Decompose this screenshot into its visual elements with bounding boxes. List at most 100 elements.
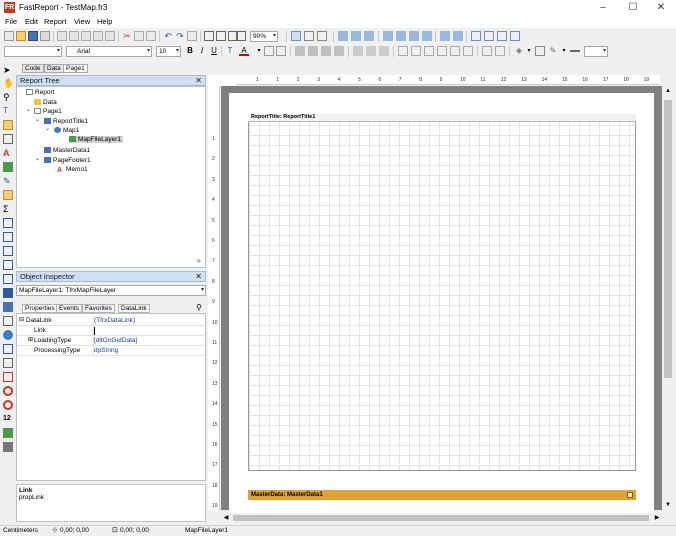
text-object-icon[interactable]: A	[3, 148, 13, 158]
shape-icon[interactable]	[3, 260, 13, 270]
fill-color-icon[interactable]: ◈	[514, 46, 524, 56]
align-top-icon[interactable]	[383, 31, 393, 41]
underline-icon[interactable]: U	[209, 46, 219, 56]
redo-icon[interactable]: ↷	[175, 31, 185, 41]
tree-node-page1[interactable]: Page1	[34, 108, 62, 115]
tree-node-mapfilelayer1[interactable]: MapFileLayer1	[69, 136, 123, 143]
gauge-object-icon[interactable]	[3, 344, 13, 354]
tree-node-report[interactable]: Report	[26, 89, 55, 96]
tab-events[interactable]: Events	[56, 304, 82, 313]
close-icon[interactable]: ✕	[195, 272, 202, 281]
undo-icon[interactable]: ↶	[163, 31, 173, 41]
property-row-processingtype[interactable]: ProcessingType dpString	[17, 346, 205, 356]
menu-report[interactable]: Report	[44, 17, 67, 26]
zoom-select[interactable]: 90% ▾	[250, 31, 278, 42]
font-name-select[interactable]: Arial ▾	[66, 46, 152, 57]
align-middle-icon[interactable]	[396, 31, 406, 41]
maximize-button[interactable]: ☐	[618, 0, 648, 16]
align-bottom-icon[interactable]	[409, 31, 419, 41]
paste-icon[interactable]	[146, 31, 156, 41]
table-object-icon[interactable]	[3, 316, 13, 326]
text-justify-icon[interactable]	[334, 46, 344, 56]
menu-edit[interactable]: Edit	[25, 17, 38, 26]
horizontal-scrollbar[interactable]: ◀ ▶	[221, 513, 662, 523]
align-left-icon[interactable]	[338, 31, 348, 41]
property-value-input[interactable]	[94, 327, 95, 335]
close-button[interactable]: ✕	[646, 0, 676, 16]
cut-icon[interactable]: ✂	[122, 31, 132, 41]
text-middle-icon[interactable]	[366, 46, 376, 56]
band-edit-icon[interactable]	[627, 492, 633, 498]
variables-icon[interactable]	[105, 31, 115, 41]
object-select[interactable]: MapFileLayer1: TfrxMapFileLayer ▾	[16, 285, 206, 296]
sparkline-icon[interactable]	[3, 428, 13, 438]
line-object-icon[interactable]	[3, 288, 13, 298]
rotation-icon[interactable]	[276, 46, 286, 56]
text-right-icon[interactable]	[321, 46, 331, 56]
expand-panel-icon[interactable]: »	[197, 256, 201, 265]
more-objects-icon[interactable]	[3, 442, 13, 452]
open-icon[interactable]	[16, 31, 26, 41]
collapse-icon[interactable]: ⌄	[45, 126, 51, 133]
horizontal-scroll-thumb[interactable]	[233, 515, 649, 521]
tab-code[interactable]: Code	[22, 64, 44, 73]
frame-style-icon[interactable]	[495, 46, 505, 56]
picture-icon[interactable]	[3, 162, 13, 172]
scroll-left-icon[interactable]: ◀	[221, 513, 231, 523]
center-horz-icon[interactable]	[471, 31, 481, 41]
bold-icon[interactable]: B	[185, 46, 195, 56]
delete-page-icon[interactable]	[81, 31, 91, 41]
collapse-icon[interactable]: ⊟	[19, 316, 24, 325]
system-text-icon[interactable]	[3, 190, 13, 200]
select-tool-icon[interactable]: ➤	[3, 65, 13, 75]
property-row-loadingtype[interactable]: ⊞ LoadingType [dltOnGetData]	[17, 336, 205, 346]
align-grid-icon[interactable]	[304, 31, 314, 41]
tree-node-pagefooter1[interactable]: PageFooter1	[44, 157, 91, 164]
rich-text-icon[interactable]	[3, 232, 13, 242]
tab-datalink[interactable]: ✕ DataLink	[116, 304, 150, 313]
align-center-icon[interactable]	[351, 31, 361, 41]
font-size-select[interactable]: 10 ▾	[156, 46, 181, 57]
chevron-down-icon[interactable]: ▾	[254, 46, 264, 56]
group-icon[interactable]	[187, 31, 197, 41]
pen-icon[interactable]: ✎	[548, 46, 558, 56]
cross-tab-icon[interactable]	[3, 218, 13, 228]
frame-bottom-icon[interactable]	[411, 46, 421, 56]
space-horz-icon[interactable]	[440, 31, 450, 41]
minimize-button[interactable]: –	[588, 0, 618, 16]
property-row-link[interactable]: Link	[17, 326, 205, 336]
expand-icon[interactable]: ⊞	[28, 336, 33, 345]
new-dialog-icon[interactable]	[69, 31, 79, 41]
reporttitle-band[interactable]	[248, 114, 636, 471]
frame-all-icon[interactable]	[450, 46, 460, 56]
same-size-icon[interactable]	[510, 31, 520, 41]
align-right-icon[interactable]	[364, 31, 374, 41]
zoom-page-icon[interactable]	[204, 31, 214, 41]
font-color-icon[interactable]: A	[239, 46, 249, 56]
same-height-icon[interactable]	[497, 31, 507, 41]
page-settings-icon[interactable]	[93, 31, 103, 41]
shadow-icon[interactable]	[482, 46, 492, 56]
digital-signature-icon[interactable]	[3, 400, 13, 410]
close-icon[interactable]: ✕	[195, 76, 202, 85]
barcode-icon[interactable]	[3, 246, 13, 256]
collapse-icon[interactable]: ⌄	[26, 107, 32, 114]
zoom-fit-icon[interactable]	[236, 31, 246, 41]
text-center-icon[interactable]	[308, 46, 318, 56]
menu-view[interactable]: View	[74, 17, 90, 26]
italic-icon[interactable]: I	[197, 46, 207, 56]
collapse-icon[interactable]: ⌄	[35, 117, 41, 124]
zoom-width-icon[interactable]	[216, 31, 226, 41]
band-tool-icon[interactable]	[3, 134, 13, 144]
new-report-icon[interactable]	[4, 31, 14, 41]
font-settings-icon[interactable]: T	[225, 46, 235, 56]
map-object-icon[interactable]	[3, 330, 13, 340]
tab-properties[interactable]: Properties	[22, 304, 58, 313]
scroll-up-icon[interactable]: ▲	[662, 86, 674, 96]
tab-favorites[interactable]: Favorites	[82, 304, 115, 313]
save-icon[interactable]	[28, 31, 38, 41]
masterdata-band[interactable]: MasterData: MasterData1	[248, 490, 636, 500]
same-width-icon[interactable]	[422, 31, 432, 41]
vertical-scrollbar[interactable]: ▲ ▼	[662, 86, 674, 510]
frame-top-icon[interactable]	[398, 46, 408, 56]
